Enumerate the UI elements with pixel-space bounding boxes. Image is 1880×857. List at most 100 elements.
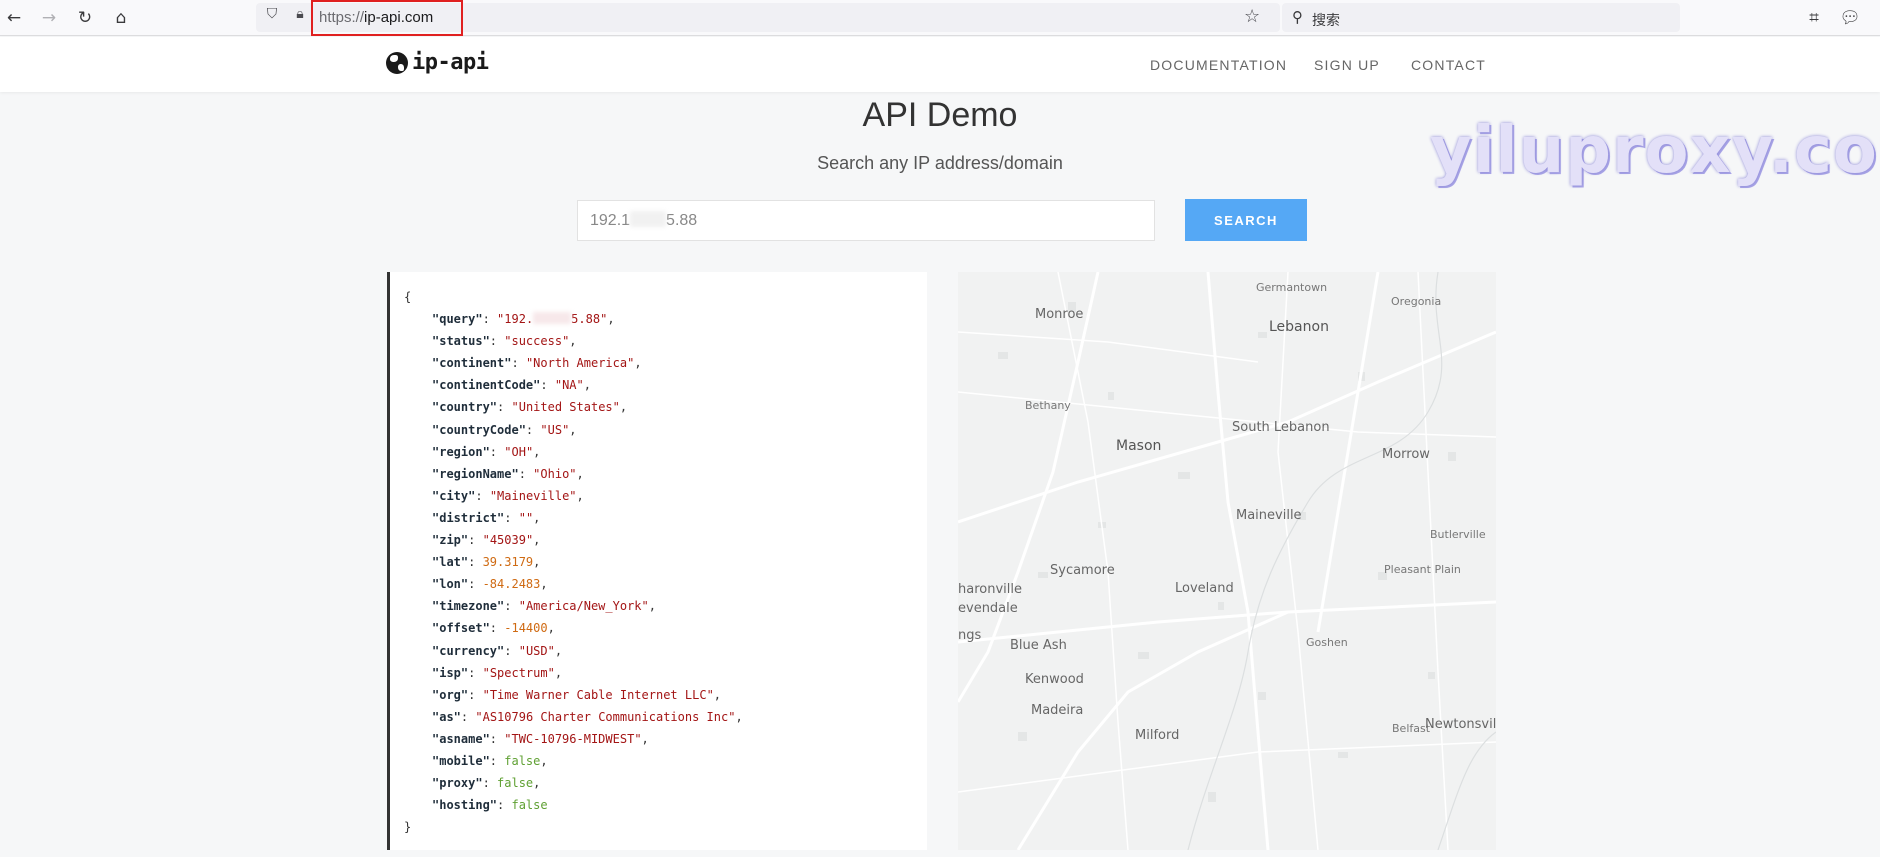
home-icon[interactable]: ⌂: [109, 6, 133, 30]
json-key: "status": [432, 334, 490, 349]
json-value: false: [511, 798, 548, 813]
json-key: "proxy": [432, 776, 483, 791]
map-label: haronville: [958, 582, 1022, 597]
json-field-regionName: "regionName": "Ohio",: [432, 466, 584, 481]
nav-contact[interactable]: CONTACT: [1411, 57, 1486, 73]
map-label: Milford: [1135, 728, 1180, 743]
ip-search-input[interactable]: 192.1 5.88: [577, 200, 1155, 241]
json-value: America/New_York: [525, 599, 642, 614]
search-placeholder: 搜索: [1312, 13, 1340, 29]
json-field-isp: "isp": "Spectrum",: [432, 665, 563, 680]
screenshot-icon[interactable]: ⌗: [1802, 6, 1826, 30]
json-value: North America: [533, 356, 628, 371]
reload-icon[interactable]: ↻: [73, 6, 97, 30]
ip-masked-part: [630, 211, 667, 227]
json-key: "hosting": [432, 798, 498, 813]
json-value-tail: 5.88: [571, 312, 601, 327]
globe-icon: [386, 51, 408, 74]
json-value: US: [547, 422, 563, 437]
map-label: Pleasant Plain: [1384, 563, 1461, 576]
json-value: -84.2483: [482, 577, 541, 592]
map-label: Sycamore: [1050, 563, 1115, 578]
json-key: "lon": [432, 577, 469, 592]
json-field-lon: "lon": -84.2483,: [432, 577, 548, 592]
search-icon: ⚲: [1292, 8, 1303, 26]
json-result-panel: { "query": "192. 5.88", "status": "success…: [387, 272, 927, 850]
map-roads: [958, 272, 1496, 850]
map-label: Lebanon: [1269, 319, 1329, 335]
json-value: NA: [562, 378, 577, 393]
watermark: yiluproxy.com: [1430, 114, 1880, 188]
json-value: Spectrum: [489, 665, 548, 680]
json-value: 45039: [489, 533, 526, 548]
shield-icon[interactable]: ⛉: [263, 5, 281, 23]
json-value: success: [511, 334, 563, 349]
map-label: evendale: [958, 601, 1018, 616]
json-field-currency: "currency": "USD",: [432, 643, 563, 658]
map-label: Maineville: [1236, 508, 1302, 523]
back-icon[interactable]: ←: [2, 6, 26, 30]
json-value: Maineville: [497, 488, 570, 503]
json-key: "zip": [432, 533, 469, 548]
json-key: "isp": [432, 665, 469, 680]
browser-search-bar[interactable]: ⚲ 搜索: [1282, 3, 1680, 32]
ip-prefix: 192.1: [590, 212, 631, 229]
json-field-org: "org": "Time Warner Cable Internet LLC",: [432, 687, 722, 702]
json-fields: "query": "192. 5.88", "status": "success",…: [404, 308, 927, 816]
json-field-city: "city": "Maineville",: [432, 488, 584, 503]
map-label: Blue Ash: [1010, 638, 1067, 653]
bookmark-star-icon[interactable]: ☆: [1244, 6, 1260, 27]
json-key: "countryCode": [432, 422, 526, 437]
chat-icon[interactable]: 💬︎: [1838, 6, 1862, 30]
json-field-as: "as": "AS10796 Charter Communications In…: [432, 709, 743, 724]
json-value: Ohio: [540, 466, 570, 481]
json-value: -14400: [504, 621, 548, 636]
json-value: 192.: [504, 312, 534, 327]
json-field-hosting: "hosting": false: [432, 798, 548, 813]
forward-icon[interactable]: →: [37, 6, 61, 30]
map-label: Goshen: [1306, 636, 1348, 649]
map-label: Monroe: [1035, 307, 1084, 322]
map-label: ngs: [958, 628, 982, 643]
json-key: "city": [432, 488, 476, 503]
json-value: false: [504, 753, 541, 768]
json-key: "org": [432, 687, 469, 702]
json-field-lat: "lat": 39.3179,: [432, 555, 541, 570]
map-label: South Lebanon: [1232, 420, 1330, 435]
json-field-proxy: "proxy": false,: [432, 776, 541, 791]
json-key: "continent": [432, 356, 512, 371]
json-key: "region": [432, 444, 490, 459]
json-key: "currency": [432, 643, 505, 658]
json-field-asname: "asname": "TWC-10796-MIDWEST",: [432, 731, 649, 746]
json-value: false: [497, 776, 534, 791]
json-field-continentCode: "continentCode": "NA",: [432, 378, 591, 393]
browser-toolbar: ← → ↻ ⌂ ⛉ 🔒︎ https://ip-api.com ☆ ⚲ 搜索 ⌗…: [0, 0, 1880, 36]
map-label: Newtonsville: [1425, 717, 1496, 732]
json-field-district: "district": "",: [432, 510, 541, 525]
map-label: Madeira: [1031, 703, 1084, 718]
nav-documentation[interactable]: DOCUMENTATION: [1150, 57, 1287, 73]
map-label: Loveland: [1175, 581, 1234, 596]
json-field-status: "status": "success",: [432, 334, 577, 349]
url-protocol: https://: [319, 9, 365, 26]
json-field-region: "region": "OH",: [432, 444, 541, 459]
search-button[interactable]: SEARCH: [1185, 199, 1307, 241]
json-value: USD: [525, 643, 548, 658]
nav-sign-up[interactable]: SIGN UP: [1314, 57, 1380, 73]
map-label: Butlerville: [1430, 528, 1486, 541]
lock-icon[interactable]: 🔒︎: [291, 5, 309, 23]
json-close-brace: }: [404, 820, 412, 835]
json-value: 39.3179: [482, 555, 534, 570]
json-value: United States: [518, 400, 613, 415]
map-label: Kenwood: [1025, 672, 1084, 687]
json-field-timezone: "timezone": "America/New_York",: [432, 599, 656, 614]
url-text[interactable]: https://ip-api.com: [311, 0, 463, 36]
json-key: "query": [432, 312, 483, 327]
json-key: "country": [432, 400, 498, 415]
json-field-mobile: "mobile": false,: [432, 753, 548, 768]
json-value: TWC-10796-MIDWEST: [511, 731, 635, 746]
json-key: "offset": [432, 621, 490, 636]
location-map[interactable]: Germantown Oregonia Monroe Lebanon Bethany Ma…: [958, 272, 1496, 850]
map-label: Bethany: [1025, 399, 1071, 412]
site-logo[interactable]: ip-api: [386, 50, 489, 75]
